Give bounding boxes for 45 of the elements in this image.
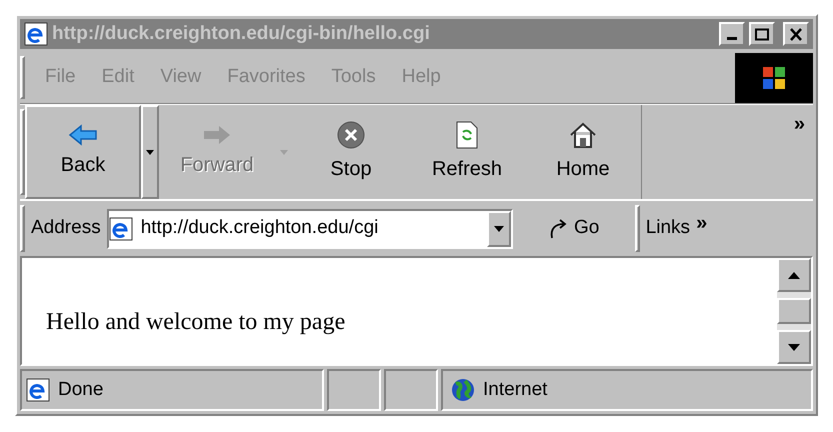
maximize-icon [755,28,769,40]
toolbar-button[interactable]: Home [525,105,641,199]
toolbar-grip [20,56,25,99]
scrollbar[interactable] [777,258,811,364]
dropdown-button[interactable] [486,210,511,246]
address-field[interactable]: http://duck.creighton.edu/cgi [106,208,513,248]
up-arrow-icon [788,272,800,278]
minimize-button[interactable] [719,22,745,46]
left-arrow-icon [68,124,98,146]
caret-icon [494,226,504,232]
toolbar-button[interactable]: Back [25,105,141,199]
browser-logo-icon [24,22,48,46]
close-button[interactable] [783,22,809,46]
flag-logo-icon [761,64,787,90]
stop-icon [336,120,366,150]
toolbar-grip [20,205,25,252]
scroll-thumb[interactable] [777,298,811,324]
go-button[interactable]: Go [518,214,629,243]
zone-text: Internet [483,378,548,402]
status-pane [327,369,381,411]
page-icon [108,216,133,240]
right-arrow-icon [202,124,232,146]
more-chevron[interactable]: » [794,109,805,139]
scroll-up-button[interactable] [777,258,811,292]
toolbar-button[interactable]: Stop [293,105,409,199]
caret-icon [146,150,154,154]
globe-icon [451,378,475,402]
status-text: Done [58,378,104,402]
toolbar-button[interactable]: Refresh [409,105,525,199]
minimize-icon [727,37,737,40]
window-title: http://duck.creighton.edu/cgi-bin/hello.cgi [52,22,431,46]
address-label: Address [31,216,101,240]
close-icon [789,28,803,40]
maximize-button[interactable] [749,22,775,46]
refresh-page-icon [455,120,479,150]
page-icon [26,378,50,402]
toolbar-grip [634,205,640,252]
more-chevron[interactable]: » [696,208,708,250]
down-arrow-icon [788,344,800,350]
status-pane [384,369,438,411]
home-icon [568,120,598,150]
page-text: Hello and welcome to my page [46,308,346,337]
links-label[interactable]: Links [646,214,690,243]
scroll-down-button[interactable] [777,330,811,364]
caret-icon [280,150,288,154]
